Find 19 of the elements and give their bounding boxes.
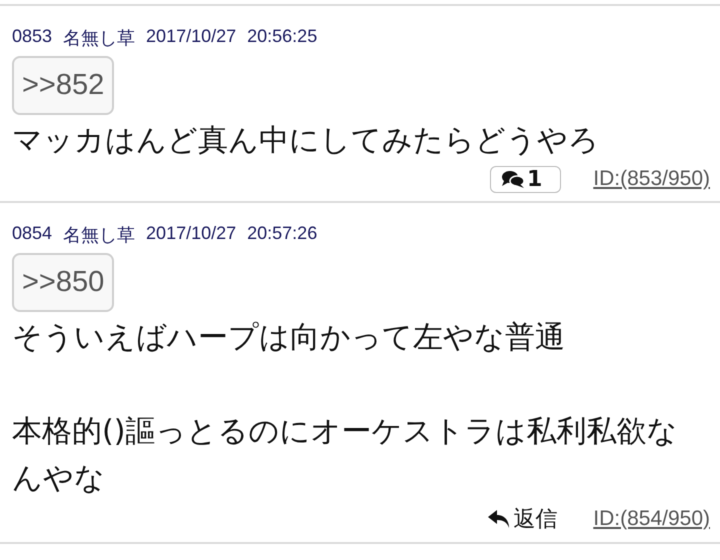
post-paragraph: マッカはんど真ん中にしてみたらどうやろ: [12, 122, 600, 160]
speech-bubbles-icon: [500, 169, 525, 190]
post-number: 0853: [12, 26, 52, 48]
post-number: 0854: [12, 222, 52, 245]
post-paragraph: 本格的()謳っとるのにオーケストラは私利私欲なんやな: [12, 412, 678, 498]
post-time: 20:57:26: [247, 222, 318, 245]
anchor-link-button[interactable]: >>850: [12, 252, 114, 312]
anchor-link-button[interactable]: >>852: [12, 56, 114, 115]
post-date: 2017/10/27: [146, 222, 236, 245]
post-date: 2017/10/27: [146, 26, 236, 48]
reply-button[interactable]: 返信: [483, 504, 562, 534]
id-link[interactable]: ID:(853/950): [593, 167, 710, 192]
poster-name: 名無し草: [63, 224, 136, 247]
poster-name: 名無し草: [63, 27, 136, 50]
reply-count-button[interactable]: 1: [490, 166, 562, 193]
reply-arrow-icon: [487, 508, 512, 530]
post-time: 20:56:25: [247, 26, 318, 48]
id-link[interactable]: ID:(854/950): [593, 506, 710, 531]
post-paragraph: そういえばハープは向かって左やな普通: [12, 318, 566, 357]
